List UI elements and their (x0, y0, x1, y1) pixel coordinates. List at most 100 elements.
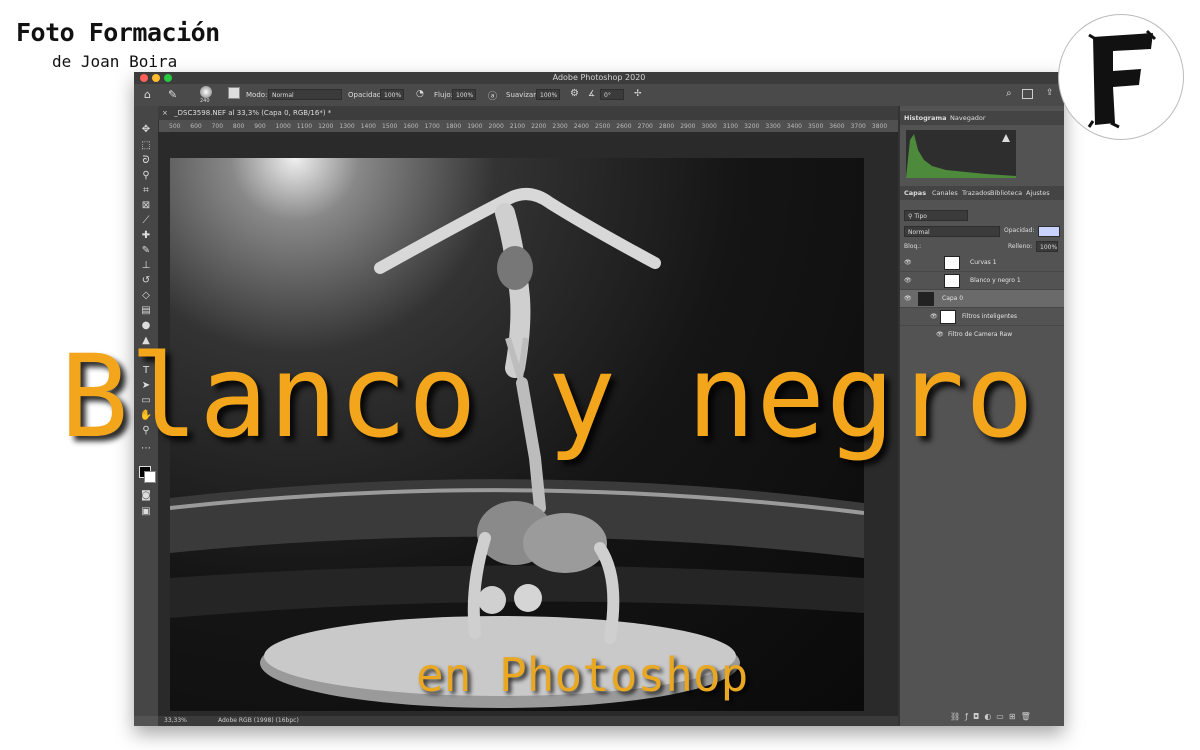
tab-layers[interactable]: Capas (904, 186, 926, 200)
tab-paths[interactable]: Trazados (962, 186, 991, 200)
ruler-tick-label: 3200 (744, 123, 760, 130)
tab-library[interactable]: Biblioteca (990, 186, 1022, 200)
smart-filters-row[interactable]: 👁 Filtros inteligentes (900, 308, 1064, 326)
background-color-swatch[interactable] (144, 471, 156, 483)
ruler-tick-label: 900 (254, 123, 266, 130)
layer-name: Capa 0 (942, 295, 964, 302)
ruler-tick-label: 1300 (339, 123, 355, 130)
ruler-tick-label: 2300 (552, 123, 568, 130)
fill-input[interactable]: 100% (1036, 241, 1058, 252)
color-profile[interactable]: Adobe RGB (1998) (16bpc) (218, 716, 299, 726)
close-tab-icon[interactable]: × (162, 109, 168, 117)
ruler-tick-label: 1000 (275, 123, 291, 130)
layer-filter-select[interactable]: ⚲ Tipo (904, 210, 968, 221)
gradient-tool-icon[interactable]: ▤ (139, 305, 153, 317)
home-icon[interactable]: ⌂ (144, 88, 151, 101)
adjustment-icon[interactable]: ◐ (984, 712, 996, 721)
history-brush-tool-icon[interactable]: ↺ (139, 275, 153, 287)
ruler-tick-label: 3600 (829, 123, 845, 130)
brush-tool-icon[interactable]: ✎ (139, 245, 153, 257)
filter-mask-thumbnail (940, 310, 956, 324)
ruler-tick-label: 2800 (658, 123, 675, 130)
ruler-tick-label: 2200 (531, 123, 547, 130)
tab-adjustments[interactable]: Ajustes (1026, 186, 1050, 200)
workspace-icon[interactable] (1022, 89, 1033, 99)
brush-icon[interactable]: ✎ (168, 88, 177, 101)
link-icon[interactable]: ⛓ (950, 712, 965, 721)
layer-name: Filtros inteligentes (962, 313, 1018, 320)
minimize-button[interactable] (152, 74, 160, 82)
airbrush-icon[interactable]: ⓐ (488, 89, 497, 102)
symmetry-icon[interactable]: ✢ (634, 89, 642, 99)
trash-icon[interactable]: 🗑 (1021, 712, 1036, 721)
frame-tool-icon[interactable]: ⊠ (139, 200, 153, 212)
ruler-tick-label: 2600 (616, 123, 632, 130)
ruler-tick-label: 700 (211, 123, 224, 130)
lock-label: Bloq.: (904, 243, 922, 250)
ruler-tick-label: 1600 (403, 123, 419, 130)
ruler-tick-label: 1900 (467, 123, 483, 130)
fill-label: Relleno: (1008, 243, 1033, 250)
overlay-subtitle: en Photoshop (416, 648, 749, 702)
document-tab[interactable]: × _DSC3598.NEF al 33,3% (Capa 0, RGB/16*… (158, 106, 898, 120)
mask-icon[interactable]: ◘ (973, 712, 984, 721)
screen-mode-icon[interactable]: ▣ (139, 506, 153, 518)
f-logo-icon (1087, 29, 1157, 129)
smooth-input[interactable]: 100% (536, 89, 560, 100)
layer-row[interactable]: 👁 Curvas 1 (900, 254, 1064, 272)
layers-tabs: Capas Canales Trazados Biblioteca Ajuste… (900, 186, 1064, 200)
marquee-tool-icon[interactable]: ⬚ (139, 140, 153, 152)
options-bar: ⌂ ✎ 240 Modo: Normal Opacidad: 100% ◔ Fl… (134, 84, 1064, 107)
quick-select-tool-icon[interactable]: ⚲ (139, 170, 153, 182)
ruler-tick-label: 800 (232, 123, 245, 130)
brush-panel-icon[interactable] (228, 87, 240, 99)
opacity-label: Opacidad: (1004, 227, 1035, 234)
tab-histogram[interactable]: Histograma (904, 111, 947, 125)
quick-mask-icon[interactable]: ◙ (139, 490, 153, 502)
pressure-opacity-icon[interactable]: ◔ (416, 89, 424, 99)
share-icon[interactable]: ⇪ (1046, 88, 1054, 98)
ruler-tick-label: 2700 (637, 123, 653, 130)
ruler-tick-label: 3000 (701, 123, 717, 130)
opacity-input[interactable]: 100% (380, 89, 404, 100)
eyedropper-tool-icon[interactable]: ⟋ (139, 215, 153, 227)
clone-stamp-tool-icon[interactable]: ⊥ (139, 260, 153, 272)
blend-mode-select[interactable]: Normal (904, 226, 1000, 237)
ruler-tick-label: 3800 (871, 123, 888, 130)
ruler-tick-label: 3500 (808, 123, 824, 130)
zoom-button[interactable] (164, 74, 172, 82)
tab-channels[interactable]: Canales (932, 186, 958, 200)
ruler-tick-label: 1100 (296, 123, 313, 130)
healing-tool-icon[interactable]: ✚ (139, 230, 153, 242)
search-icon[interactable]: ⌕ (1006, 88, 1012, 99)
zoom-level[interactable]: 33,33% (164, 716, 187, 726)
visibility-eye-icon[interactable]: 👁 (930, 308, 938, 325)
crop-tool-icon[interactable]: ⌗ (139, 185, 153, 197)
brush-preset-icon[interactable] (200, 86, 212, 98)
mode-select[interactable]: Normal (268, 89, 342, 100)
visibility-eye-icon[interactable]: 👁 (904, 254, 912, 271)
visibility-eye-icon[interactable]: 👁 (904, 290, 912, 307)
flow-input[interactable]: 100% (452, 89, 476, 100)
close-button[interactable] (140, 74, 148, 82)
ruler-tick-label: 1200 (318, 123, 334, 130)
layer-row-selected[interactable]: 👁 Capa 0 (900, 290, 1064, 308)
visibility-eye-icon[interactable]: 👁 (904, 272, 912, 289)
lasso-tool-icon[interactable]: ᘐ (139, 155, 153, 167)
layer-thumbnail (944, 274, 960, 288)
ruler-tick-label: 3400 (786, 123, 802, 130)
move-tool-icon[interactable]: ✥ (139, 124, 153, 136)
layer-opacity-input[interactable] (1038, 226, 1060, 237)
new-layer-icon[interactable]: ⊞ (1009, 712, 1021, 721)
tab-navigator[interactable]: Navegador (950, 111, 986, 125)
brand-title: Foto Formación (16, 18, 220, 47)
layer-row[interactable]: 👁 Blanco y negro 1 (900, 272, 1064, 290)
settings-gear-icon[interactable]: ⚙ (570, 88, 579, 99)
layer-thumbnail (918, 292, 934, 306)
folder-icon[interactable]: ▭ (996, 712, 1009, 721)
eraser-tool-icon[interactable]: ◇ (139, 290, 153, 302)
ruler-tick-label: 2100 (509, 123, 526, 130)
ruler-tick-label: 3300 (765, 123, 781, 130)
fx-icon[interactable]: ƒ (965, 712, 973, 721)
angle-input[interactable]: 0° (600, 89, 624, 100)
